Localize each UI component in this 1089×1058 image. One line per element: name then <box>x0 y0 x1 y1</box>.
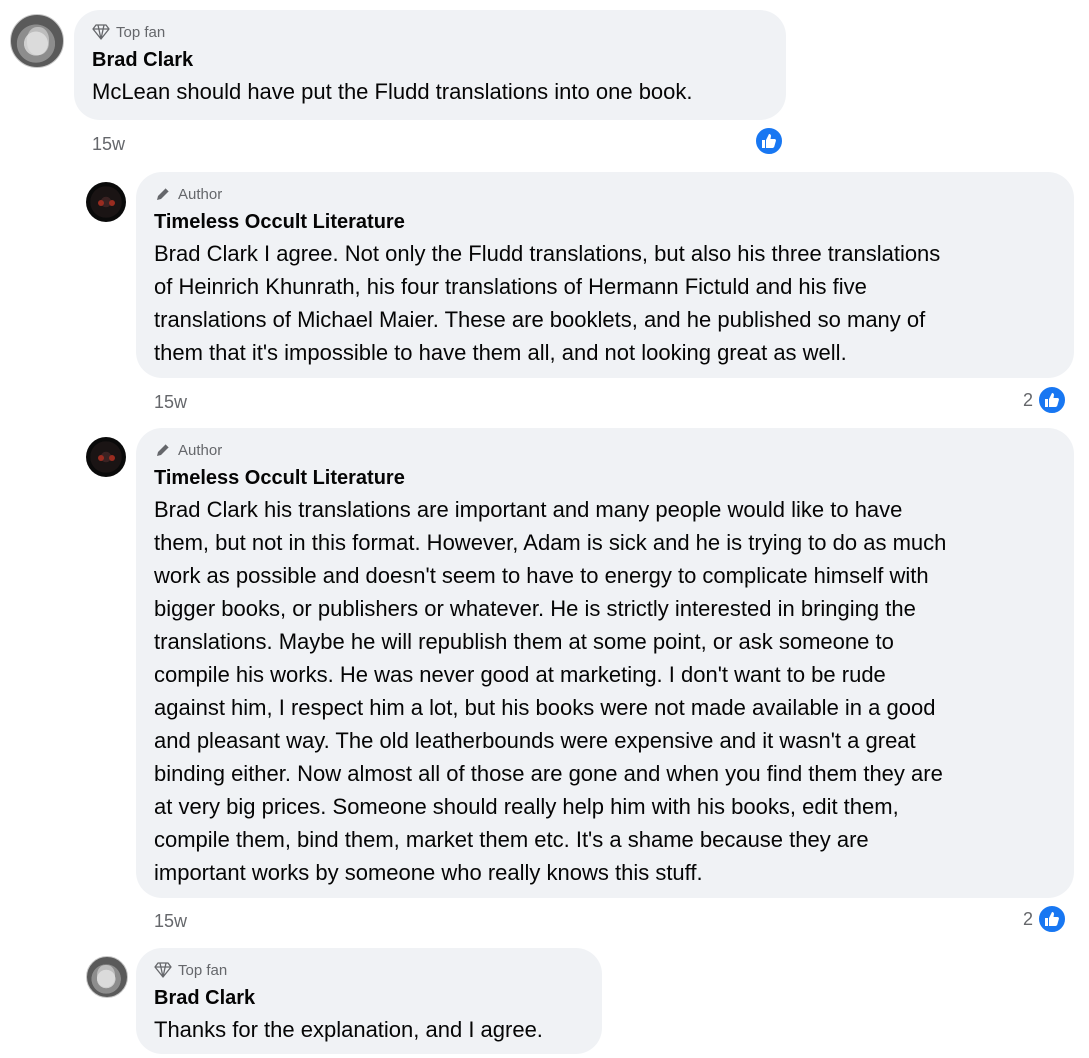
comment-author[interactable]: Timeless Occult Literature <box>154 208 1056 236</box>
comment-bubble: Author Timeless Occult Literature Brad C… <box>136 172 1074 378</box>
top-fan-badge: Top fan <box>154 958 584 982</box>
comment-timestamp[interactable]: 15w <box>154 392 187 413</box>
reaction-summary[interactable]: 2 <box>1023 385 1068 415</box>
reaction-count: 2 <box>1023 389 1034 410</box>
comment-timestamp[interactable]: 15w <box>154 911 187 932</box>
badge-label: Top fan <box>178 961 228 979</box>
pencil-icon <box>157 443 170 456</box>
avatar[interactable] <box>86 956 128 998</box>
reaction-count: 2 <box>1023 908 1034 929</box>
comment-bubble: Top fan Brad Clark McLean should have pu… <box>74 10 786 120</box>
author-badge: Author <box>154 438 1056 462</box>
reaction-summary[interactable]: 2 <box>1023 904 1068 934</box>
comment-author[interactable]: Brad Clark <box>92 46 768 74</box>
comment-text: Thanks for the explanation, and I agree. <box>154 1017 543 1042</box>
comment-bubble: Author Timeless Occult Literature Brad C… <box>136 428 1074 898</box>
like-icon <box>1037 385 1068 415</box>
comment-timestamp[interactable]: 15w <box>92 134 125 155</box>
comment-author[interactable]: Timeless Occult Literature <box>154 464 1056 492</box>
badge-label: Author <box>178 441 223 459</box>
like-icon <box>754 126 784 156</box>
reaction-summary[interactable] <box>754 126 784 156</box>
avatar[interactable] <box>86 182 126 222</box>
avatar[interactable] <box>10 14 64 68</box>
comment-author[interactable]: Brad Clark <box>154 984 584 1012</box>
comment-text: McLean should have put the Fludd transla… <box>92 79 693 104</box>
pencil-icon <box>157 187 170 200</box>
top-fan-badge: Top fan <box>92 20 768 44</box>
diamond-icon <box>154 962 172 978</box>
badge-label: Top fan <box>116 23 166 41</box>
like-icon <box>1037 904 1068 934</box>
comment-text: Brad Clark I agree. Not only the Fludd t… <box>154 241 941 365</box>
badge-label: Author <box>178 185 223 203</box>
diamond-icon <box>92 24 110 40</box>
comment-thread: Top fan Brad Clark McLean should have pu… <box>0 0 1089 1058</box>
author-badge: Author <box>154 182 1056 206</box>
comment-bubble: Top fan Brad Clark Thanks for the explan… <box>136 948 602 1054</box>
comment-text: Brad Clark his translations are importan… <box>154 497 947 885</box>
avatar[interactable] <box>86 437 126 477</box>
